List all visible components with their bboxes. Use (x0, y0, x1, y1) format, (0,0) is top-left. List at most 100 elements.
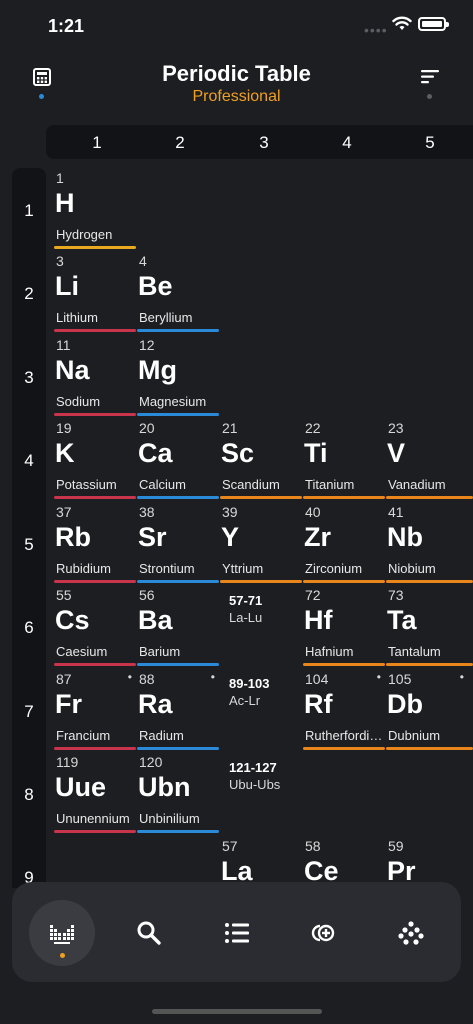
category-bar (54, 747, 136, 750)
column-number: 2 (175, 133, 185, 152)
element-cell-hydrogen[interactable]: 1 H Hydrogen (54, 168, 136, 250)
element-cell-strontium[interactable]: 38 Sr Strontium (137, 502, 219, 584)
element-cell-caesium[interactable]: 55 Cs Caesium (54, 585, 136, 667)
element-name: Francium (56, 728, 111, 743)
element-cell-hafnium[interactable]: 72 Hf Hafnium (303, 585, 385, 667)
category-bar (386, 580, 473, 583)
category-bar (137, 663, 219, 666)
element-symbol: K (55, 438, 75, 468)
element-cell-vanadium[interactable]: 23 V Vanadium (386, 418, 473, 500)
atomic-number: 120 (139, 754, 163, 770)
tab-periodic-table[interactable] (29, 900, 95, 966)
category-bar (54, 246, 136, 249)
element-symbol: Ba (138, 605, 173, 635)
element-cell-beryllium[interactable]: 4 Be Beryllium (137, 251, 219, 333)
element-cell-titanium[interactable]: 22 Ti Titanium (303, 418, 385, 500)
element-name: Potassium (56, 477, 117, 492)
page-subtitle: Professional (192, 88, 281, 105)
tab-compounds[interactable] (291, 900, 357, 966)
range-symbols: La-Lu (229, 610, 263, 625)
element-cell-sodium[interactable]: 11 Na Sodium (54, 335, 136, 417)
category-bar (386, 496, 473, 499)
category-bar (54, 413, 136, 416)
element-cell-rubidium[interactable]: 37 Rb Rubidium (54, 502, 136, 584)
atomic-number: 58 (305, 838, 321, 854)
element-cell-radium[interactable]: 88 • Ra Radium (137, 669, 219, 751)
element-name: Hydrogen (56, 227, 113, 242)
element-cell-dubnium[interactable]: 105 • Db Dubnium (386, 669, 473, 751)
element-cell-calcium[interactable]: 20 Ca Calcium (137, 418, 219, 500)
category-bar (137, 580, 219, 583)
column-number: 3 (259, 133, 269, 152)
range-numbers: 57-71 (229, 593, 263, 608)
element-symbol: Rb (55, 522, 91, 552)
element-cell-ununennium[interactable]: 119 Uue Ununennium (54, 752, 136, 834)
element-symbol: Sr (138, 522, 167, 552)
category-bar (137, 413, 219, 416)
element-symbol: Ta (387, 605, 417, 635)
element-cell-scandium[interactable]: 21 Sc Scandium (220, 418, 302, 500)
lanthanide-range[interactable]: 57-71 La-Lu (229, 593, 311, 625)
period-row-header: 1 2 3 4 5 6 7 8 9 (12, 168, 46, 888)
superactinide-range[interactable]: 121-127 Ubu-Ubs (229, 760, 311, 792)
atomic-number: 20 (139, 420, 155, 436)
atomic-number: 22 (305, 420, 321, 436)
atomic-number: 56 (139, 587, 155, 603)
column-number: 1 (92, 133, 102, 152)
element-cell-niobium[interactable]: 41 Nb Niobium (386, 502, 473, 584)
atomic-number: 11 (56, 337, 71, 353)
atomic-number: 104 (305, 671, 329, 687)
category-bar (303, 580, 385, 583)
active-tab-dot (60, 953, 65, 958)
category-bar (220, 580, 302, 583)
element-cell-lithium[interactable]: 3 Li Lithium (54, 251, 136, 333)
wifi-icon (392, 16, 412, 30)
element-symbol: Nb (387, 522, 423, 552)
element-symbol: Cs (55, 605, 90, 635)
element-symbol: Ubn (138, 772, 191, 802)
element-cell-potassium[interactable]: 19 K Potassium (54, 418, 136, 500)
home-indicator[interactable] (152, 1009, 322, 1014)
tab-search[interactable] (116, 900, 182, 966)
atomic-number: 72 (305, 587, 321, 603)
atomic-number: 59 (388, 838, 404, 854)
element-cell-barium[interactable]: 56 Ba Barium (137, 585, 219, 667)
element-cell-zirconium[interactable]: 40 Zr Zirconium (303, 502, 385, 584)
element-symbol: Uue (55, 772, 107, 802)
atomic-number: 23 (388, 420, 404, 436)
element-symbol: Sc (221, 438, 255, 468)
actinide-range[interactable]: 89-103 Ac-Lr (229, 676, 311, 708)
atomic-number: 21 (222, 420, 238, 436)
search-icon (137, 921, 161, 945)
element-symbol: Ca (138, 438, 173, 468)
tab-molecules[interactable] (378, 900, 444, 966)
bottom-tab-bar (12, 882, 461, 982)
category-bar (54, 329, 136, 332)
element-cell-magnesium[interactable]: 12 Mg Magnesium (137, 335, 219, 417)
element-name: Vanadium (388, 477, 446, 492)
row-number: 4 (24, 451, 34, 470)
atomic-number: 1 (56, 170, 64, 186)
add-compound-icon (311, 924, 335, 942)
atomic-number: 105 (388, 671, 412, 687)
nav-header: Periodic Table Professional (0, 55, 473, 115)
element-name: Caesium (56, 644, 108, 659)
element-name: Calcium (139, 477, 186, 492)
sort-button[interactable] (416, 65, 444, 99)
status-bar: 1:21 •••• (0, 0, 473, 50)
element-cell-francium[interactable]: 87 • Fr Francium (54, 669, 136, 751)
element-cell-rutherfordium[interactable]: 104 • Rf Rutherfordium (303, 669, 385, 751)
element-cell-yttrium[interactable]: 39 Y Yttrium (220, 502, 302, 584)
category-bar (137, 830, 219, 833)
element-cell-unbinilium[interactable]: 120 Ubn Unbinilium (137, 752, 219, 834)
element-symbol: Mg (138, 355, 177, 385)
signal-dots-icon: •••• (364, 22, 388, 38)
element-name: Niobium (388, 561, 436, 576)
element-symbol: Ra (138, 689, 173, 719)
element-cell-tantalum[interactable]: 73 Ta Tantalum (386, 585, 473, 667)
element-name: Unbinilium (139, 811, 200, 826)
atomic-number: 87 (56, 671, 72, 687)
tab-list[interactable] (204, 900, 270, 966)
element-name: Beryllium (139, 310, 193, 325)
element-symbol: Db (387, 689, 423, 719)
